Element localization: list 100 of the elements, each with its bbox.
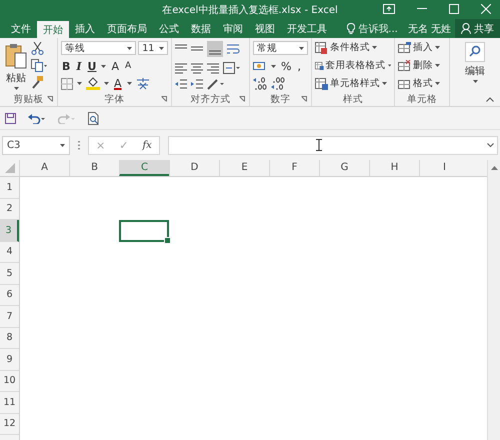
format-painter-icon[interactable]: [31, 76, 44, 89]
dialog-launcher-icon[interactable]: [239, 96, 245, 102]
expand-icon[interactable]: [487, 143, 494, 147]
close-icon[interactable]: [481, 4, 491, 14]
font-name-dropdown[interactable]: 等线: [61, 41, 136, 55]
dialog-launcher-icon[interactable]: [161, 96, 167, 102]
font-size-step-button[interactable]: A: [124, 60, 132, 72]
cells-menu-button[interactable]: 格式: [398, 77, 446, 90]
currency-icon[interactable]: [253, 60, 267, 72]
ribbon-display-icon[interactable]: [383, 4, 395, 14]
row-header[interactable]: 7: [0, 306, 19, 328]
font-style-button[interactable]: I: [75, 60, 83, 72]
wrap-text-icon[interactable]: [227, 43, 240, 55]
ribbon-tab[interactable]: 视图: [249, 19, 281, 38]
ribbon-tab[interactable]: 开发工具: [281, 19, 333, 38]
column-header[interactable]: E: [219, 160, 269, 176]
minimize-icon[interactable]: [417, 8, 427, 10]
ribbon-tab[interactable]: 公式: [153, 19, 185, 38]
increase-decimal-icon[interactable]: [253, 77, 267, 90]
table-format-icon: [315, 42, 328, 54]
row-header[interactable]: 3: [0, 220, 19, 242]
print-preview-icon[interactable]: [88, 112, 100, 124]
copy-icon[interactable]: [31, 59, 47, 72]
share-button[interactable]: 共享: [455, 19, 500, 38]
column-header[interactable]: H: [369, 160, 419, 176]
caret-icon: [435, 82, 440, 85]
column-header[interactable]: G: [319, 160, 369, 176]
vertical-scrollbar[interactable]: [487, 160, 500, 440]
column-header[interactable]: C: [119, 160, 169, 176]
ribbon-tab[interactable]: 页面布局: [101, 19, 153, 38]
editing-button[interactable]: 编辑: [463, 42, 487, 83]
tell-me-search[interactable]: 告诉我...: [358, 19, 398, 38]
caret-icon: [60, 144, 65, 146]
number-style-button[interactable]: %: [280, 60, 292, 72]
decrease-indent-icon[interactable]: [175, 78, 187, 90]
row-header[interactable]: 10: [0, 370, 19, 392]
lightbulb-icon: [347, 22, 356, 34]
ribbon-tab[interactable]: 审阅: [217, 19, 249, 38]
row-header[interactable]: 12: [0, 414, 19, 435]
row-header[interactable]: 1: [0, 177, 19, 198]
cells-icon: [398, 60, 411, 72]
number-format-dropdown[interactable]: 常规: [253, 41, 308, 55]
decrease-decimal-icon[interactable]: [271, 77, 285, 90]
row-header[interactable]: 4: [0, 242, 19, 263]
align-bottom-icon[interactable]: [207, 41, 223, 57]
scroll-up-icon[interactable]: [490, 166, 498, 170]
font-style-button[interactable]: U: [86, 60, 98, 72]
column-header[interactable]: A: [19, 160, 69, 176]
row-header[interactable]: 6: [0, 284, 19, 306]
row-header[interactable]: 5: [0, 263, 19, 284]
undo-icon[interactable]: [28, 112, 46, 124]
text-cursor-icon: [316, 139, 322, 151]
ribbon-tab[interactable]: 插入: [69, 19, 101, 38]
phonetic-guide-icon[interactable]: [136, 77, 150, 90]
column-header[interactable]: F: [269, 160, 319, 176]
row-header[interactable]: 8: [0, 328, 19, 349]
styles-menu-button[interactable]: 套用表格格式: [315, 59, 391, 72]
collapse-ribbon-icon[interactable]: [486, 97, 494, 102]
caret-icon: [299, 46, 304, 50]
column-header[interactable]: D: [169, 160, 219, 176]
selected-cell[interactable]: [119, 220, 169, 242]
group-label: 字体: [104, 92, 124, 106]
group-label: 对齐方式: [190, 92, 230, 106]
caret-icon: [127, 46, 132, 50]
paste-button[interactable]: 粘贴: [3, 43, 29, 90]
merge-center-icon[interactable]: [223, 62, 241, 74]
fill-bucket-icon[interactable]: [86, 77, 100, 90]
cells-menu-button[interactable]: 删除: [398, 59, 446, 72]
formula-input[interactable]: [168, 136, 498, 154]
user-name[interactable]: 无名 无姓: [408, 19, 451, 38]
styles-menu-button[interactable]: 单元格样式: [315, 77, 391, 90]
dialog-launcher-icon[interactable]: [47, 96, 53, 102]
font-size-dropdown[interactable]: 11: [138, 41, 168, 55]
save-icon[interactable]: [5, 112, 16, 124]
font-color-button[interactable]: A: [113, 77, 123, 90]
cells-menu-button[interactable]: 插入: [398, 41, 446, 54]
borders-icon[interactable]: [61, 78, 73, 90]
font-size-step-button[interactable]: A: [110, 60, 120, 72]
formula-bar-button[interactable]: fx: [142, 140, 152, 150]
column-header[interactable]: I: [419, 160, 469, 176]
increase-indent-icon[interactable]: [191, 78, 203, 90]
number-style-button[interactable]: ,: [296, 60, 302, 72]
caret-icon: [104, 82, 109, 85]
caret-icon: [101, 64, 106, 68]
caret-icon: [14, 87, 18, 90]
styles-menu-button[interactable]: 条件格式: [315, 41, 391, 54]
scissors-icon[interactable]: [31, 42, 44, 55]
dialog-launcher-icon[interactable]: [301, 96, 307, 102]
ribbon-tab[interactable]: 数据: [185, 19, 217, 38]
row-header[interactable]: 11: [0, 392, 19, 414]
name-box[interactable]: C3: [2, 136, 70, 154]
row-header[interactable]: 9: [0, 349, 19, 370]
align-left-icon[interactable]: [175, 62, 187, 74]
font-style-button[interactable]: B: [61, 60, 72, 72]
ribbon-tab[interactable]: 开始: [37, 21, 69, 38]
align-center-icon[interactable]: [191, 62, 203, 74]
maximize-icon[interactable]: [449, 4, 459, 14]
align-right-icon[interactable]: [207, 62, 219, 74]
text-orientation-icon[interactable]: [207, 78, 225, 90]
ribbon-tab[interactable]: 文件: [5, 19, 37, 38]
